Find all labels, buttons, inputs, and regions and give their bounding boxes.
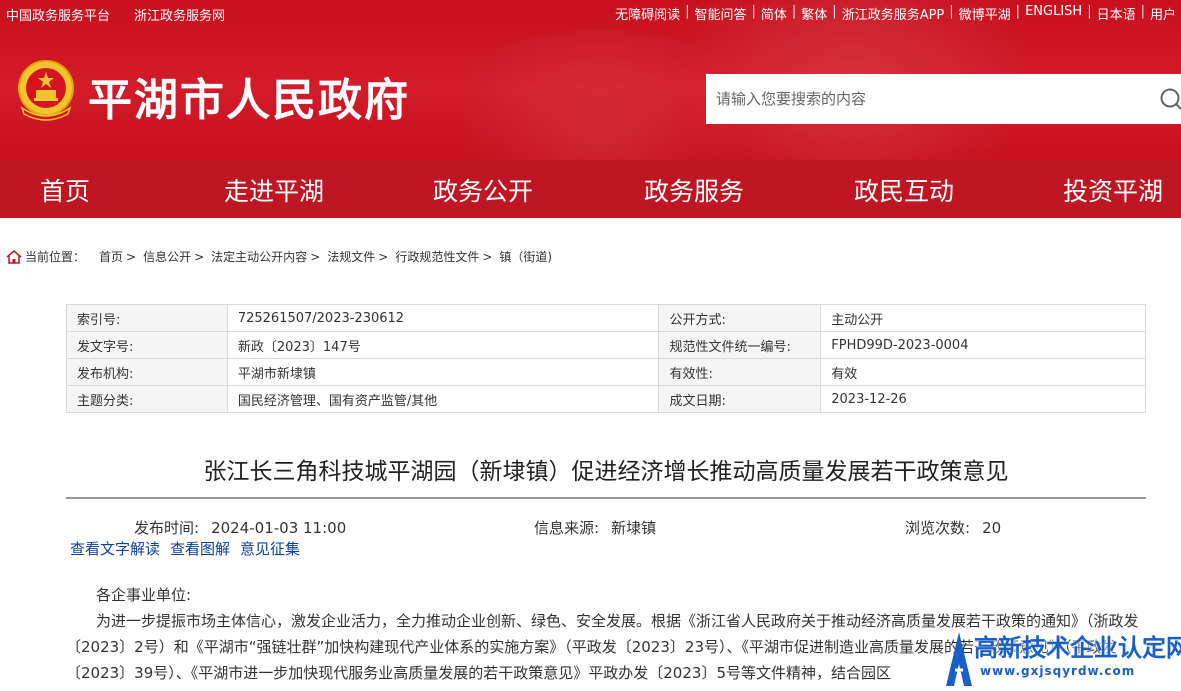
topbar-link-zhejiang-service[interactable]: 浙江政务服务网 bbox=[134, 5, 225, 24]
opinion-collection-link[interactable]: 意见征集 bbox=[240, 538, 300, 559]
publish-time-value: 2024-01-03 11:00 bbox=[211, 519, 347, 537]
breadcrumb-item[interactable]: 信息公开 bbox=[143, 248, 191, 265]
info-source-value: 新埭镇 bbox=[611, 519, 657, 537]
breadcrumb-item[interactable]: 法规文件 bbox=[327, 248, 375, 265]
info-key: 索引号: bbox=[66, 304, 228, 332]
search-input[interactable] bbox=[706, 74, 1146, 124]
info-key: 有效性: bbox=[658, 358, 822, 386]
search-icon[interactable] bbox=[1160, 88, 1181, 110]
nav-item-home[interactable]: 首页 bbox=[40, 172, 90, 208]
text-interpretation-link[interactable]: 查看文字解读 bbox=[70, 538, 160, 559]
publish-time: 发布时间: 2024-01-03 11:00 bbox=[134, 517, 346, 538]
header-banner: 中国政务服务平台 浙江政务服务网 无障碍阅读 | 智能问答 | 简体 | 繁体 | 浙江… bbox=[0, 0, 1181, 160]
topbar-link-accessibility[interactable]: 无障碍阅读 bbox=[610, 4, 685, 23]
view-count-value: 20 bbox=[982, 519, 1002, 537]
watermark-logo-icon bbox=[946, 632, 972, 686]
info-value: 725261507/2023-230612 bbox=[226, 304, 660, 332]
topbar-link-simplified[interactable]: 简体 bbox=[756, 4, 792, 23]
topbar-link-english[interactable]: ENGLISH bbox=[1020, 4, 1087, 23]
topbar-link-traditional[interactable]: 繁体 bbox=[796, 4, 832, 23]
info-value: 有效 bbox=[820, 358, 1146, 386]
info-value: 2023-12-26 bbox=[820, 385, 1146, 413]
article-greeting: 各企事业单位: bbox=[96, 586, 192, 604]
title-divider bbox=[66, 497, 1146, 499]
watermark: 高新技术企业认定网 www.gxjsqyrdw.com bbox=[944, 624, 1181, 691]
home-icon bbox=[6, 249, 22, 264]
breadcrumb-item[interactable]: 行政规范性文件 bbox=[395, 248, 479, 265]
search-box bbox=[706, 74, 1181, 124]
document-info-table: 索引号: 725261507/2023-230612 公开方式: 主动公开 发文… bbox=[66, 304, 1146, 413]
info-key: 发文字号: bbox=[66, 331, 228, 359]
info-value: FPHD99D-2023-0004 bbox=[820, 331, 1146, 359]
info-value: 新政〔2023〕147号 bbox=[226, 331, 660, 359]
info-value: 平湖市新埭镇 bbox=[226, 358, 660, 386]
info-source: 信息来源: 新埭镇 bbox=[534, 517, 656, 538]
table-row: 索引号: 725261507/2023-230612 公开方式: 主动公开 bbox=[66, 304, 1146, 332]
national-emblem-icon bbox=[18, 60, 74, 121]
info-key: 规范性文件统一编号: bbox=[658, 331, 822, 359]
nav-item-investment[interactable]: 投资平湖 bbox=[1063, 172, 1163, 208]
info-source-label: 信息来源: bbox=[534, 519, 600, 537]
table-row: 发布机构: 平湖市新埭镇 有效性: 有效 bbox=[66, 358, 1146, 386]
breadcrumb-item[interactable]: 首页 bbox=[99, 248, 123, 265]
info-value: 主动公开 bbox=[820, 304, 1146, 332]
nav-item-interaction[interactable]: 政民互动 bbox=[854, 172, 954, 208]
view-count: 浏览次数: 20 bbox=[905, 517, 1001, 538]
table-row: 发文字号: 新政〔2023〕147号 规范性文件统一编号: FPHD99D-20… bbox=[66, 331, 1146, 359]
topbar-link-japanese[interactable]: 日本语 bbox=[1092, 4, 1141, 23]
publish-time-label: 发布时间: bbox=[134, 519, 200, 537]
info-key: 公开方式: bbox=[658, 304, 822, 332]
top-bar: 中国政务服务平台 浙江政务服务网 无障碍阅读 | 智能问答 | 简体 | 繁体 | 浙江… bbox=[0, 0, 1181, 26]
nav-item-gov-services[interactable]: 政务服务 bbox=[644, 172, 744, 208]
main-nav: 首页 走进平湖 政务公开 政务服务 政民互动 投资平湖 bbox=[0, 160, 1181, 218]
view-count-label: 浏览次数: bbox=[905, 519, 971, 537]
table-row: 主题分类: 国民经济管理、国有资产监管/其他 成文日期: 2023-12-26 bbox=[66, 385, 1146, 413]
graphic-interpretation-link[interactable]: 查看图解 bbox=[170, 538, 230, 559]
breadcrumb-item[interactable]: 镇（街道) bbox=[499, 248, 552, 265]
breadcrumb-item[interactable]: 法定主动公开内容 bbox=[211, 248, 307, 265]
article-links: 查看文字解读 查看图解 意见征集 bbox=[70, 538, 300, 559]
topbar-link-smart-qa[interactable]: 智能问答 bbox=[689, 4, 751, 23]
topbar-link-gov-service-platform[interactable]: 中国政务服务平台 bbox=[6, 5, 110, 24]
info-key: 发布机构: bbox=[66, 358, 228, 386]
nav-item-gov-affairs[interactable]: 政务公开 bbox=[433, 172, 533, 208]
watermark-url: www.gxjsqyrdw.com bbox=[980, 664, 1136, 678]
topbar-link-app[interactable]: 浙江政务服务APP bbox=[837, 4, 950, 23]
article-title: 张江长三角科技城平湖园（新埭镇）促进经济增长推动高质量发展若干政策意见 bbox=[203, 459, 1009, 485]
breadcrumb: 当前位置： 首页 > 信息公开 > 法定主动公开内容 > 法规文件 > 行政规范性文件 >… bbox=[6, 248, 555, 265]
breadcrumb-label: 当前位置： bbox=[25, 250, 86, 264]
watermark-text: 高新技术企业认定网 bbox=[974, 634, 1181, 662]
topbar-link-weibo[interactable]: 微博平湖 bbox=[954, 4, 1016, 23]
nav-item-about-pinghu[interactable]: 走进平湖 bbox=[224, 172, 324, 208]
info-key: 主题分类: bbox=[66, 385, 228, 413]
topbar-link-user[interactable]: 用户 bbox=[1145, 4, 1181, 23]
info-key: 成文日期: bbox=[658, 385, 822, 413]
info-value: 国民经济管理、国有资产监管/其他 bbox=[226, 385, 660, 413]
site-title: 平湖市人民政府 bbox=[88, 75, 410, 126]
